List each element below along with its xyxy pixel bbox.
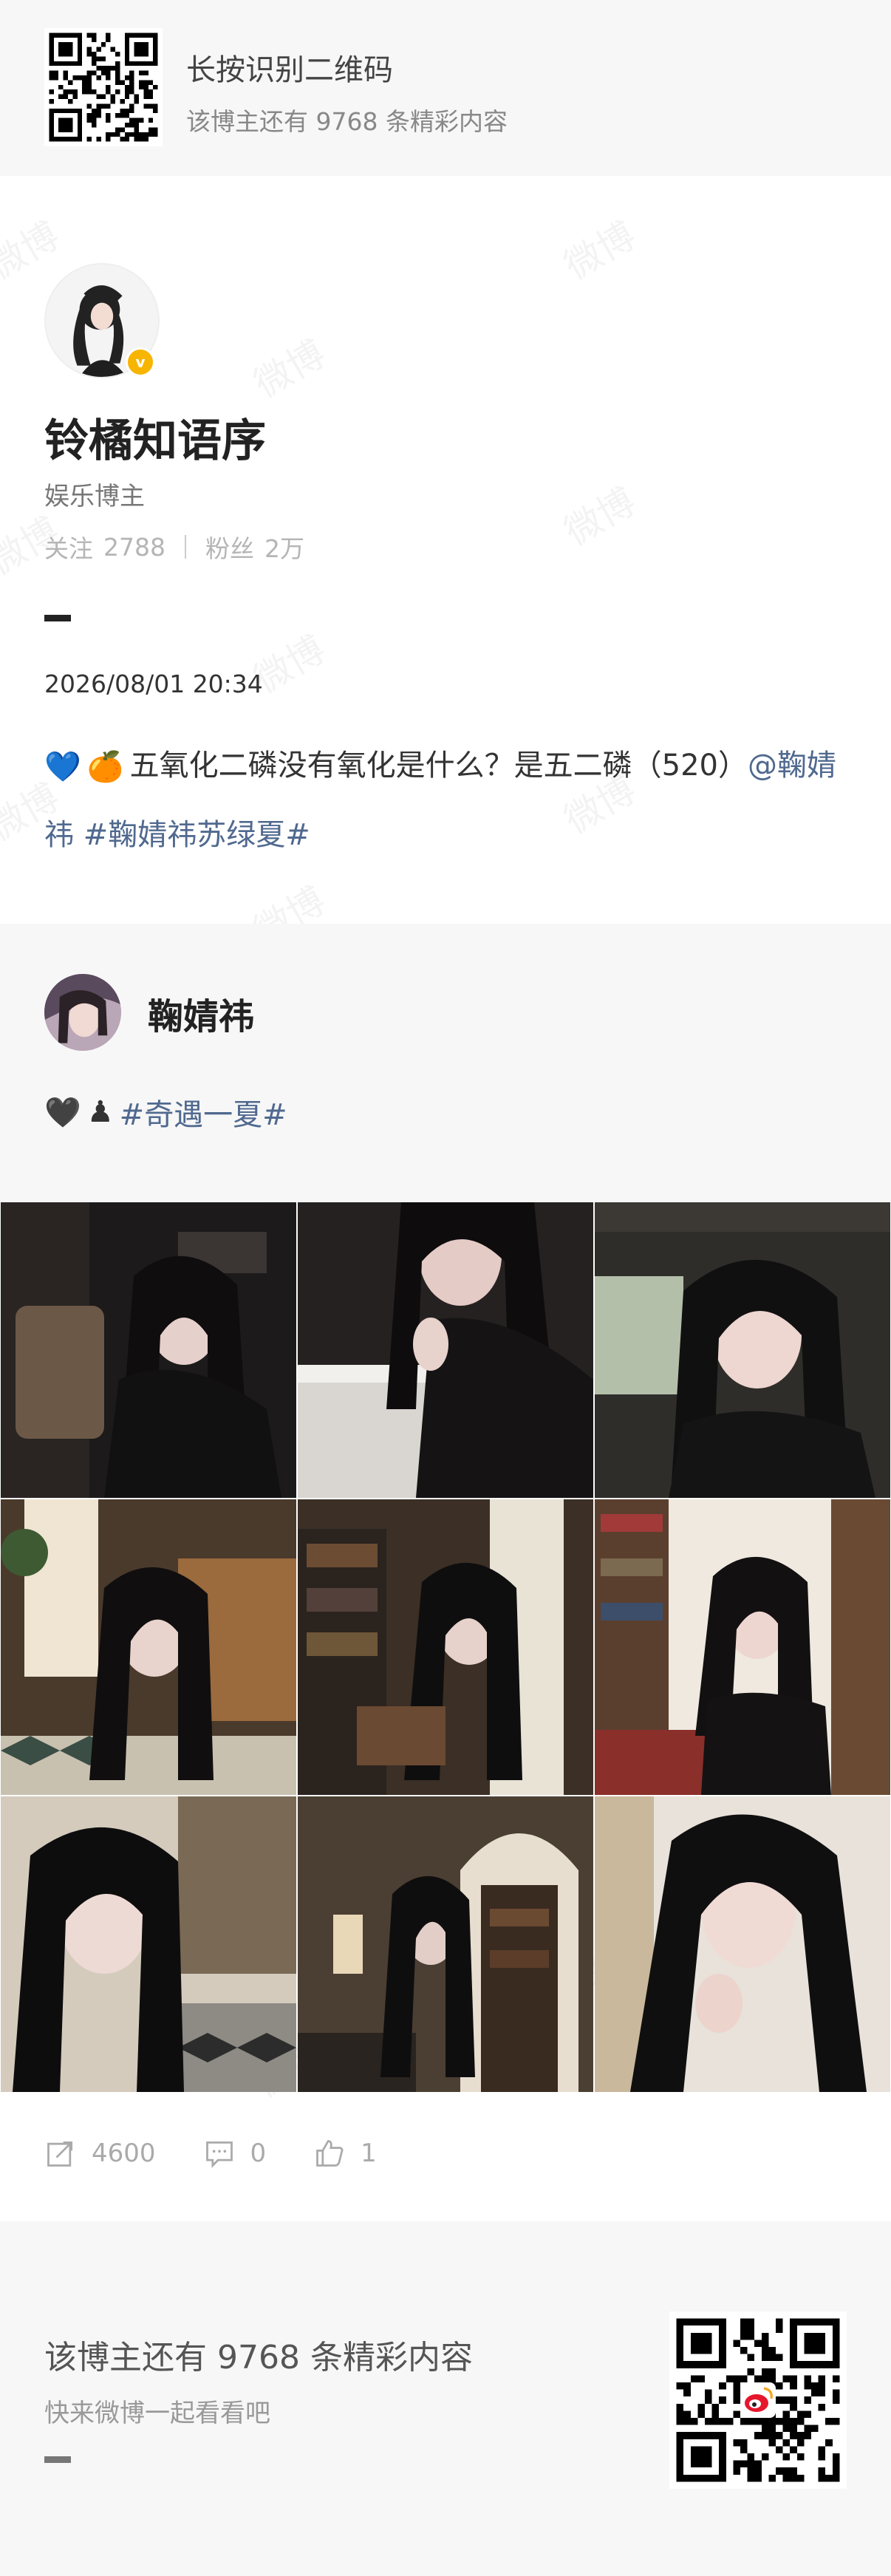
repost-button[interactable]: 4600 bbox=[44, 2137, 156, 2170]
section-marker bbox=[44, 615, 71, 621]
orange-icon: 🍊 bbox=[86, 750, 124, 784]
repost-card[interactable]: 鞠婧祎 🖤 ♟ #奇遇一夏# bbox=[0, 924, 891, 1202]
hashtag-link[interactable]: #鞠婧祎苏绿夏# bbox=[83, 818, 310, 852]
followers-label: 粉丝 bbox=[205, 534, 254, 563]
black-heart-icon: 🖤 bbox=[44, 1095, 81, 1130]
watermark-text: 微博 bbox=[553, 473, 644, 556]
user-name[interactable]: 铃橘知语序 bbox=[44, 405, 266, 469]
top-banner-title: 长按识别二维码 bbox=[186, 53, 393, 87]
section-marker-bottom bbox=[44, 2456, 71, 2463]
repost-author-avatar[interactable] bbox=[44, 974, 121, 1051]
follow-stats: 关注 2788 粉丝 2万 bbox=[44, 529, 304, 565]
action-bar: 4600 0 1 bbox=[44, 2137, 424, 2170]
divider bbox=[184, 535, 186, 559]
like-count: 1 bbox=[361, 2139, 377, 2168]
repost-author-name[interactable]: 鞠婧祎 bbox=[148, 987, 254, 1039]
chess-pawn-icon: ♟ bbox=[86, 1095, 114, 1129]
user-role: 娱乐博主 bbox=[44, 482, 145, 511]
weibo-logo-icon bbox=[740, 2382, 776, 2418]
top-banner: 长按识别二维码 该博主还有 9768 条精彩内容 bbox=[0, 0, 891, 176]
comment-button[interactable]: 0 bbox=[203, 2137, 267, 2170]
photo-1[interactable] bbox=[0, 1202, 297, 1499]
qr-code-top[interactable] bbox=[44, 28, 163, 146]
top-banner-subtitle: 该博主还有 9768 条精彩内容 bbox=[186, 107, 508, 136]
user-avatar[interactable]: v bbox=[44, 263, 160, 378]
repost-text: 🖤 ♟ #奇遇一夏# bbox=[44, 1091, 287, 1134]
watermark-text: 微博 bbox=[553, 207, 644, 290]
photo-grid bbox=[0, 1202, 891, 2093]
following-label: 关注 bbox=[44, 534, 93, 563]
photo-6[interactable] bbox=[594, 1499, 891, 1796]
post-body: 五氧化二磷没有氧化是什么？是五二磷（520） bbox=[129, 749, 748, 783]
qr-code-bottom[interactable] bbox=[669, 2311, 847, 2489]
watermark-text: 微博 bbox=[243, 325, 334, 408]
like-button[interactable]: 1 bbox=[313, 2137, 377, 2170]
photo-5[interactable] bbox=[297, 1499, 594, 1796]
repost-hashtag-link[interactable]: #奇遇一夏# bbox=[120, 1091, 287, 1134]
post-text: 💙 🍊 五氧化二磷没有氧化是什么？是五二磷（520）@鞠婧祎 #鞠婧祎苏绿夏# bbox=[44, 732, 847, 869]
photo-3[interactable] bbox=[594, 1202, 891, 1499]
share-icon bbox=[47, 2141, 73, 2167]
photo-8[interactable] bbox=[297, 1796, 594, 2093]
blue-heart-icon: 💙 bbox=[44, 750, 81, 784]
comment-count: 0 bbox=[250, 2139, 267, 2168]
repost-count: 4600 bbox=[92, 2139, 156, 2168]
comment-icon bbox=[205, 2141, 233, 2168]
bottom-banner-subtitle: 快来微博一起看看吧 bbox=[44, 2399, 270, 2428]
photo-9[interactable] bbox=[594, 1796, 891, 2093]
bottom-banner-title: 该博主还有 9768 条精彩内容 bbox=[44, 2339, 473, 2376]
photo-2[interactable] bbox=[297, 1202, 594, 1499]
followers-count: 2万 bbox=[264, 534, 304, 563]
verified-badge-icon: v bbox=[126, 347, 155, 377]
photo-7[interactable] bbox=[0, 1796, 297, 2093]
thumbs-up-icon bbox=[316, 2140, 344, 2167]
photo-4[interactable] bbox=[0, 1499, 297, 1796]
post-time: 2026/08/01 20:34 bbox=[44, 669, 263, 698]
bottom-banner: 该博主还有 9768 条精彩内容 快来微博一起看看吧 bbox=[0, 2221, 891, 2576]
following-count: 2788 bbox=[103, 532, 165, 562]
